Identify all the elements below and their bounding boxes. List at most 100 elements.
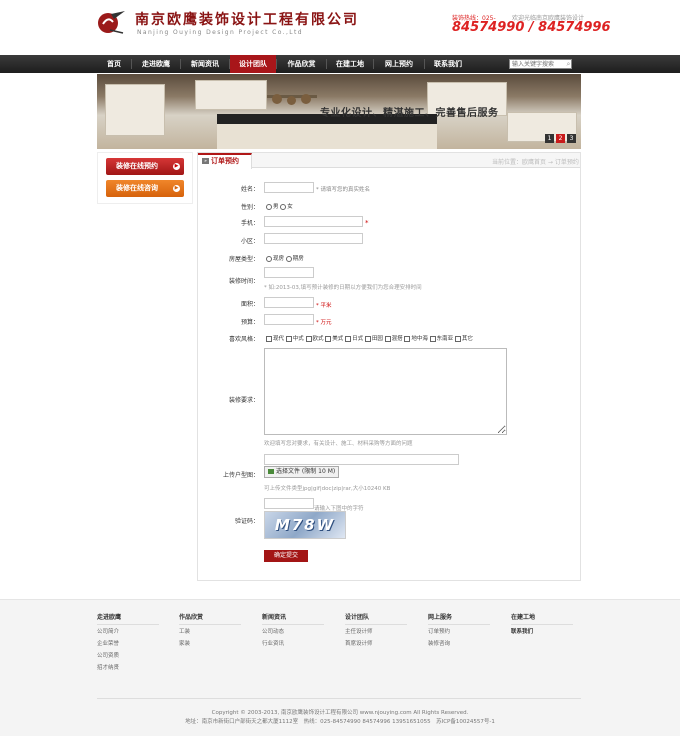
footer-head-news[interactable]: 新闻资讯	[262, 612, 286, 621]
requirement-textarea[interactable]	[264, 348, 507, 435]
time-hint: * 如:2013-03,填写预计装修的日期以方便我们为您合理安排时间	[264, 285, 422, 291]
nav-item-works[interactable]: 作品欣赏	[277, 55, 326, 73]
hotline-numbers: 84574990 / 84574996	[452, 20, 611, 35]
area-unit-text: * 平米	[316, 303, 332, 309]
footer-link[interactable]: 首席设计师	[345, 639, 373, 647]
phone-field[interactable]	[264, 216, 363, 227]
style-option-label: 美式	[332, 336, 344, 342]
house-ready-radio[interactable]	[266, 255, 272, 262]
tab-order-label: 订单预约	[211, 157, 239, 165]
footer-head-service[interactable]: 网上服务	[428, 612, 452, 621]
style-checkbox[interactable]	[454, 335, 461, 342]
footer-link[interactable]: 联系我们	[511, 627, 533, 635]
footer-link[interactable]: 装修咨询	[428, 639, 450, 647]
upload-label: 上传户型图：	[222, 472, 259, 479]
area-field[interactable]	[264, 297, 314, 308]
style-option-label: 欧式	[312, 336, 324, 342]
main-nav: 首页 走进欧鹰 新闻资讯 设计团队 作品欣赏 在建工地 网上预约 联系我们	[0, 55, 680, 73]
footer-link[interactable]: 企业荣誉	[97, 639, 119, 647]
captcha-image[interactable]: M78W	[264, 511, 346, 539]
gender-options: 男 女	[266, 202, 293, 210]
style-checkbox[interactable]	[364, 335, 371, 342]
name-hint: * 请填写您的真实姓名	[316, 187, 370, 193]
footer-link[interactable]: 家装	[179, 639, 190, 647]
online-consult-button[interactable]: 装修在线咨询 ▶	[106, 180, 184, 197]
breadcrumb: 当前位置：欧鹰首页 → 订单预约	[492, 159, 579, 166]
requirement-hint: 欢迎填写您对要求，有关设计、施工、材料采购等方面的问题	[264, 441, 413, 447]
arrow-icon: »	[202, 158, 209, 164]
style-option-label: 混搭	[391, 336, 403, 342]
nav-item-contact[interactable]: 联系我们	[425, 55, 471, 73]
banner-page-3[interactable]: 3	[567, 134, 576, 143]
company-logo[interactable]	[97, 10, 127, 36]
tab-order[interactable]: » 订单预约	[198, 153, 252, 169]
gender-male-label: 男	[273, 204, 279, 210]
footer-head-sites[interactable]: 在建工地	[511, 612, 535, 621]
style-options: 现代 中式 欧式 美式 日式 田园 混搭 地中海 东南亚 其它	[266, 334, 473, 342]
house-ready-label: 现房	[273, 256, 285, 262]
footer-link[interactable]: 招才纳贤	[97, 663, 119, 671]
banner-page-2[interactable]: 2	[556, 134, 565, 143]
time-field[interactable]	[264, 267, 314, 278]
style-checkbox[interactable]	[345, 335, 352, 342]
upload-hint: 可上传文件类型jpg|gif|doc|zip|rar,大小10240 KB	[264, 486, 391, 492]
footer-head-design[interactable]: 设计团队	[345, 612, 369, 621]
upload-button[interactable]: 选择文件 (限制 10 M)	[264, 466, 340, 478]
area-label: 面积：	[240, 301, 259, 308]
captcha-label: 验证码：	[234, 518, 259, 525]
footer-head-works[interactable]: 作品欣赏	[179, 612, 203, 621]
area-unit: * 平米	[316, 301, 332, 309]
time-label: 装修时间：	[228, 278, 259, 285]
footer-link[interactable]: 主任设计师	[345, 627, 373, 635]
online-booking-button[interactable]: 装修在线预约 ▶	[106, 158, 184, 175]
image-icon	[268, 469, 274, 474]
gender-female-label: 女	[287, 204, 293, 210]
footer-link[interactable]: 公司动态	[262, 627, 284, 635]
budget-field[interactable]	[264, 314, 314, 325]
upload-button-label: 选择文件 (限制 10 M)	[276, 468, 336, 475]
footer-link[interactable]: 行业资讯	[262, 639, 284, 647]
budget-unit-text: * 万元	[316, 320, 332, 326]
company-name: 南京欧鹰装饰设计工程有限公司	[135, 12, 359, 28]
footer-link[interactable]: 工装	[179, 627, 190, 635]
footer-head-about[interactable]: 走进欧鹰	[97, 612, 121, 621]
phone-label: 手机：	[240, 220, 259, 227]
nav-item-news[interactable]: 新闻资讯	[181, 55, 229, 73]
captcha-field[interactable]	[264, 498, 314, 509]
style-checkbox[interactable]	[384, 335, 391, 342]
nav-item-booking[interactable]: 网上预约	[374, 55, 424, 73]
style-label: 喜欢风格：	[228, 336, 259, 343]
company-name-en: Nanjing Ouying Design Project Co.,Ltd	[137, 29, 304, 36]
style-checkbox[interactable]	[266, 335, 272, 342]
style-checkbox[interactable]	[404, 335, 411, 342]
style-option-label: 地中海	[411, 336, 428, 342]
arrow-right-icon: ▶	[173, 163, 180, 170]
community-field[interactable]	[264, 233, 363, 244]
required-mark: *	[365, 219, 369, 227]
gender-male-radio[interactable]	[266, 203, 272, 210]
search-input[interactable]	[509, 59, 572, 69]
footer-link[interactable]: 公司资质	[97, 651, 119, 659]
banner-page-1[interactable]: 1	[545, 134, 554, 143]
requirement-label: 装修要求：	[228, 397, 259, 404]
style-checkbox[interactable]	[325, 335, 332, 342]
submit-button[interactable]: 确定提交	[264, 550, 308, 562]
style-checkbox[interactable]	[305, 335, 312, 342]
gender-female-radio[interactable]	[280, 203, 287, 210]
nav-item-sites[interactable]: 在建工地	[327, 55, 373, 73]
nav-item-design-team[interactable]: 设计团队	[230, 55, 276, 73]
style-checkbox[interactable]	[429, 335, 436, 342]
copyright: Copyright © 2003-2013, 南京欧鹰装饰设计工程有限公司 ww…	[211, 710, 469, 716]
style-option-label: 田园	[371, 336, 383, 342]
footer-link[interactable]: 公司简介	[97, 627, 119, 635]
budget-label: 预算：	[240, 319, 259, 326]
nav-item-home[interactable]: 首页	[97, 55, 131, 73]
nav-item-about[interactable]: 走进欧鹰	[132, 55, 180, 73]
search-icon[interactable]: ⌕	[564, 59, 573, 69]
upload-path-field[interactable]	[264, 454, 459, 465]
address: 地址：南京市新街口户部街天之都大厦1112室 热线：025-84574990 8…	[185, 719, 495, 725]
footer-link[interactable]: 订单预约	[428, 627, 450, 635]
style-checkbox[interactable]	[285, 335, 292, 342]
house-future-radio[interactable]	[285, 255, 292, 262]
name-field[interactable]	[264, 182, 314, 193]
